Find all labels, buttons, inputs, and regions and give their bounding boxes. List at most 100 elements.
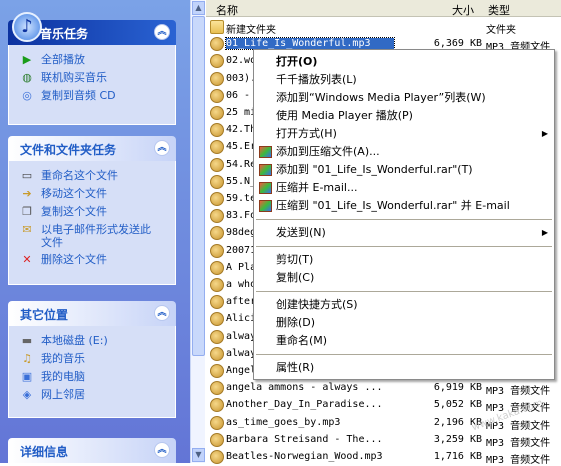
menu-item[interactable]: 重命名(M) (254, 332, 554, 350)
globe-icon: ◍ (22, 71, 32, 84)
menu-item[interactable]: 删除(D) (254, 314, 554, 332)
network-icon: ◈ (22, 388, 32, 401)
play-all-link[interactable]: ▶ 全部播放 (9, 51, 175, 69)
audio-file-icon (210, 415, 224, 430)
network-link[interactable]: ◈ 网上邻居 (9, 386, 175, 404)
file-name: as_time_goes_by.mp3 (226, 416, 341, 428)
move-file-link[interactable]: ➔ 移动这个文件 (9, 185, 175, 203)
link-label: 移动这个文件 (41, 187, 107, 200)
menu-item-label: 压缩到 "01_Life_Is_Wonderful.rar" 并 E-mail (276, 199, 510, 212)
rename-file-link[interactable]: ▭ 重命名这个文件 (9, 167, 175, 185)
copy-to-cd-link[interactable]: ◎ 复制到音频 CD (9, 87, 175, 105)
details-header[interactable]: 详细信息 ︽ (8, 438, 176, 463)
collapse-chevron-icon[interactable]: ︽ (154, 140, 170, 156)
drive-icon: ▬ (21, 334, 33, 347)
scroll-down-icon[interactable]: ▼ (192, 448, 205, 462)
link-label: 联机购买音乐 (41, 71, 107, 84)
audio-file-icon (210, 106, 224, 120)
task-pane-scrollbar[interactable]: ▲ ▼ (190, 0, 205, 463)
audio-file-icon (210, 243, 224, 258)
menu-item[interactable]: 发送到(N) ▶ (254, 224, 554, 242)
menu-item[interactable]: 使用 Media Player 播放(P) (254, 107, 554, 125)
submenu-arrow-icon: ▶ (541, 129, 548, 138)
menu-item[interactable]: 打开方式(H) ▶ (254, 125, 554, 143)
music-tasks-header[interactable]: ♪ 音乐任务 ︽ (8, 12, 176, 45)
file-type: MP3 音频文件 (486, 455, 551, 466)
menu-item[interactable]: 打开(O) (254, 53, 554, 71)
file-row[interactable]: 新建文件夹 文件夹 (206, 19, 561, 36)
menu-item-label: 千千播放列表(L) (276, 73, 357, 86)
audio-file-icon (210, 192, 224, 206)
audio-file-icon (210, 140, 224, 155)
collapse-chevron-icon[interactable]: ︽ (154, 24, 170, 40)
column-size-header[interactable]: 大小 (452, 2, 474, 18)
audio-file-icon (210, 450, 224, 464)
my-music-link[interactable]: ♫ 我的音乐 (9, 350, 175, 368)
column-name-header[interactable]: 名称 (216, 2, 238, 18)
menu-separator (256, 291, 552, 292)
file-tasks-header[interactable]: 文件和文件夹任务 ︽ (8, 136, 176, 161)
copy-icon: ❐ (22, 205, 32, 218)
audio-file-icon (210, 398, 224, 413)
link-label: 复制这个文件 (41, 205, 107, 218)
audio-file-icon (210, 312, 224, 327)
audio-file-icon (210, 295, 224, 310)
file-row[interactable]: Beatles-Norwegian_Wood.mp3 1,716 KB MP3 音频… (206, 449, 561, 466)
menu-item-label: 属性(R) (276, 361, 315, 374)
cd-icon: ◎ (22, 89, 32, 102)
winrar-icon (259, 182, 272, 194)
buy-music-link[interactable]: ◍ 联机购买音乐 (9, 69, 175, 87)
menu-item[interactable]: 添加到 "01_Life_Is_Wonderful.rar"(T) (254, 161, 554, 179)
copy-file-link[interactable]: ❐ 复制这个文件 (9, 203, 175, 221)
file-size: 2,196 KB (433, 416, 482, 428)
move-icon: ➔ (22, 187, 32, 200)
scroll-up-icon[interactable]: ▲ (192, 1, 205, 15)
file-name: angela ammons - always ... (226, 382, 383, 394)
context-menu: 打开(O) 千千播放列表(L) 添加到“Windows Media Player”列… (253, 49, 555, 380)
menu-item[interactable]: 属性(R) (254, 359, 554, 377)
menu-item[interactable]: 剪切(T) (254, 251, 554, 269)
other-places-header[interactable]: 其它位置 ︽ (8, 301, 176, 326)
menu-item-label: 发送到(N) (276, 226, 326, 239)
menu-item[interactable]: 添加到“Windows Media Player”列表(W) (254, 89, 554, 107)
file-name: Another_Day_In_Paradise... (226, 399, 383, 411)
menu-item-label: 删除(D) (276, 316, 316, 329)
menu-item[interactable]: 压缩到 "01_Life_Is_Wonderful.rar" 并 E-mail (254, 197, 554, 215)
music-folder-icon: ♫ (22, 352, 32, 365)
menu-item[interactable]: 压缩并 E-mail... (254, 179, 554, 197)
file-name: Beatles-Norwegian_Wood.mp3 (226, 451, 383, 462)
collapse-chevron-icon[interactable]: ︽ (154, 442, 170, 458)
menu-item[interactable]: 创建快捷方式(S) (254, 296, 554, 314)
file-size: 1,716 KB (433, 451, 482, 462)
menu-item[interactable]: 添加到压缩文件(A)... (254, 143, 554, 161)
link-label: 以电子邮件形式发送此文件 (41, 223, 151, 249)
local-disk-link[interactable]: ▬ 本地磁盘 (E:) (9, 332, 175, 350)
file-size: 6,919 KB (433, 382, 482, 394)
file-row[interactable]: angela ammons - always ... 6,919 KB MP3 音频… (206, 380, 561, 397)
file-type: MP3 音频文件 (486, 386, 551, 398)
audio-file-icon (210, 432, 224, 447)
audio-file-icon (210, 226, 224, 241)
scroll-thumb[interactable] (192, 16, 205, 356)
menu-item-label: 剪切(T) (276, 253, 314, 266)
delete-file-link[interactable]: ✕ 删除这个文件 (9, 251, 175, 269)
audio-file-icon (210, 157, 224, 172)
email-file-link[interactable]: ✉ 以电子邮件形式发送此文件 (9, 221, 175, 251)
panel-title: 文件和文件夹任务 (20, 143, 117, 157)
menu-item-label: 打开方式(H) (276, 127, 337, 140)
other-places-panel: 其它位置 ︽ ▬ 本地磁盘 (E:) ♫ 我的音乐 ▣ 我的电脑 ◈ 网上邻居 (8, 301, 176, 418)
file-tasks-panel: 文件和文件夹任务 ︽ ▭ 重命名这个文件 ➔ 移动这个文件 ❐ 复制这个文件 ✉ 以电子… (8, 136, 176, 285)
menu-item-label: 打开(O) (276, 55, 318, 68)
collapse-chevron-icon[interactable]: ︽ (154, 305, 170, 321)
email-icon: ✉ (22, 223, 32, 236)
my-computer-link[interactable]: ▣ 我的电脑 (9, 368, 175, 386)
delete-icon: ✕ (22, 253, 32, 266)
menu-item-label: 添加到压缩文件(A)... (276, 145, 380, 158)
file-row[interactable]: Barbara Streisand - The... 3,259 KB MP3 音频… (206, 432, 561, 449)
menu-item[interactable]: 复制(C) (254, 269, 554, 287)
menu-item[interactable]: 千千播放列表(L) (254, 71, 554, 89)
menu-separator (256, 219, 552, 220)
audio-file-icon (210, 209, 224, 224)
column-type-header[interactable]: 类型 (488, 2, 510, 18)
link-label: 网上邻居 (41, 388, 85, 401)
